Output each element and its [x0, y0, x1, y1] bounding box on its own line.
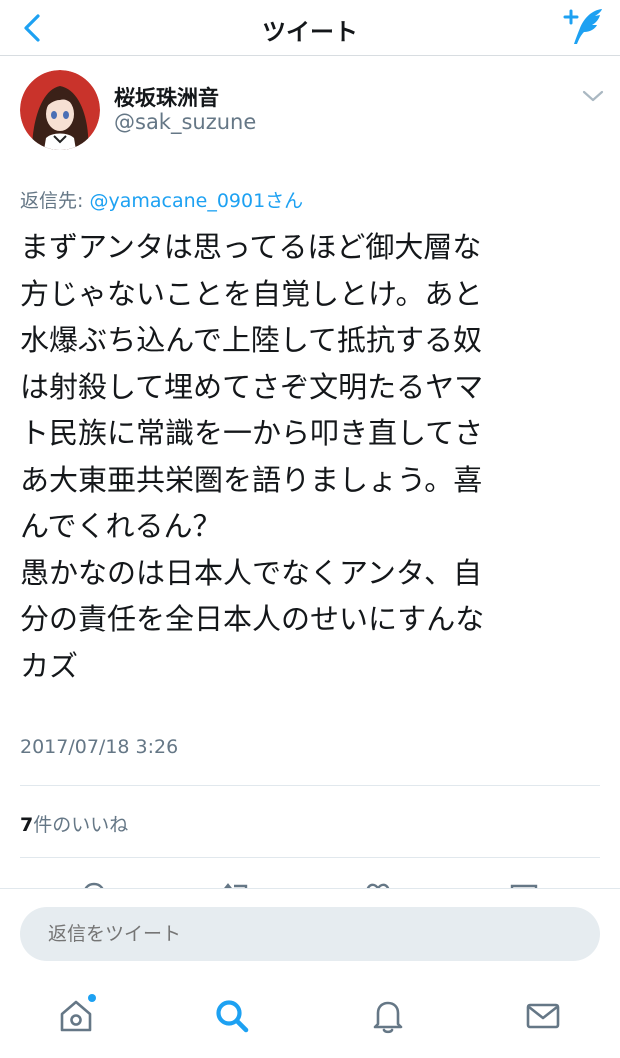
page-title: ツイート	[262, 18, 358, 46]
tab-search[interactable]	[210, 994, 254, 1038]
tweet-text-line: は射殺して埋めてさぞ文明たるヤマ	[20, 369, 484, 404]
tweet-text: まずアンタは思ってるほど御大層な 方じゃないことを自覚しとけ。あと 水爆ぶち込ん…	[20, 224, 600, 689]
heart-icon	[366, 883, 390, 888]
likes-number: 7	[20, 814, 34, 836]
share-icon	[510, 884, 538, 888]
tweet-actions	[0, 872, 620, 888]
reply-bar	[0, 888, 620, 980]
tweet-text-line: あ大東亜共栄圏を語りましょう。喜	[20, 462, 483, 497]
tweet-text-line: ト民族に常識を一から叩き直してさ	[20, 416, 484, 450]
tab-bar	[0, 980, 620, 1058]
reply-icon	[84, 882, 104, 888]
tweet-timestamp: 2017/07/18 3:26	[20, 736, 179, 758]
tweet-text-line: まずアンタは思ってるほど御大層な	[20, 230, 482, 264]
nav-bar: ツイート	[0, 0, 620, 56]
chevron-down-icon	[582, 90, 604, 102]
tweet-text-line: 水爆ぶち込んで上陸して抵抗する奴	[20, 323, 482, 357]
avatar-image	[20, 70, 100, 150]
search-icon	[216, 1000, 249, 1033]
tweet-text-line: 愚かなのは日本人でなくアンタ、自	[20, 555, 482, 590]
author-name[interactable]: 桜坂珠洲音	[114, 82, 219, 112]
likes-count[interactable]: 7件のいいね	[20, 810, 128, 837]
avatar[interactable]	[20, 70, 100, 150]
reply-button[interactable]	[78, 878, 110, 888]
tweet-text-line: んでくれるん？	[20, 509, 222, 543]
reply-to-label: 返信先:	[20, 190, 90, 212]
tweet-text-line: 分の責任を全日本人のせいにすんな	[20, 602, 485, 636]
retweet-icon	[224, 883, 248, 888]
reply-to-line: 返信先: @yamacane_0901さん	[20, 186, 303, 213]
reply-input[interactable]	[20, 907, 600, 961]
retweet-button[interactable]	[220, 878, 252, 888]
divider	[20, 785, 600, 786]
likes-label: 件のいいね	[33, 814, 129, 836]
bell-icon	[373, 1001, 403, 1034]
like-button[interactable]	[362, 878, 394, 888]
home-icon	[60, 1000, 92, 1032]
share-button[interactable]	[508, 878, 540, 888]
tab-home[interactable]	[54, 994, 98, 1038]
compose-tweet-icon	[563, 9, 602, 44]
reply-to-mention[interactable]: @yamacane_0901さん	[89, 190, 303, 212]
tab-messages[interactable]	[521, 994, 565, 1038]
author-handle[interactable]: @sak_suzune	[114, 110, 256, 134]
tweet-menu-button[interactable]	[580, 86, 606, 106]
tweet-text-line: 方じゃないことを自覚しとけ。あと	[20, 276, 483, 311]
notification-dot	[88, 994, 96, 1002]
envelope-icon	[526, 1003, 560, 1029]
divider	[20, 857, 600, 858]
compose-tweet-button[interactable]	[562, 6, 606, 48]
tab-notifications[interactable]	[366, 994, 410, 1038]
tweet-text-line: カズ	[20, 648, 79, 683]
